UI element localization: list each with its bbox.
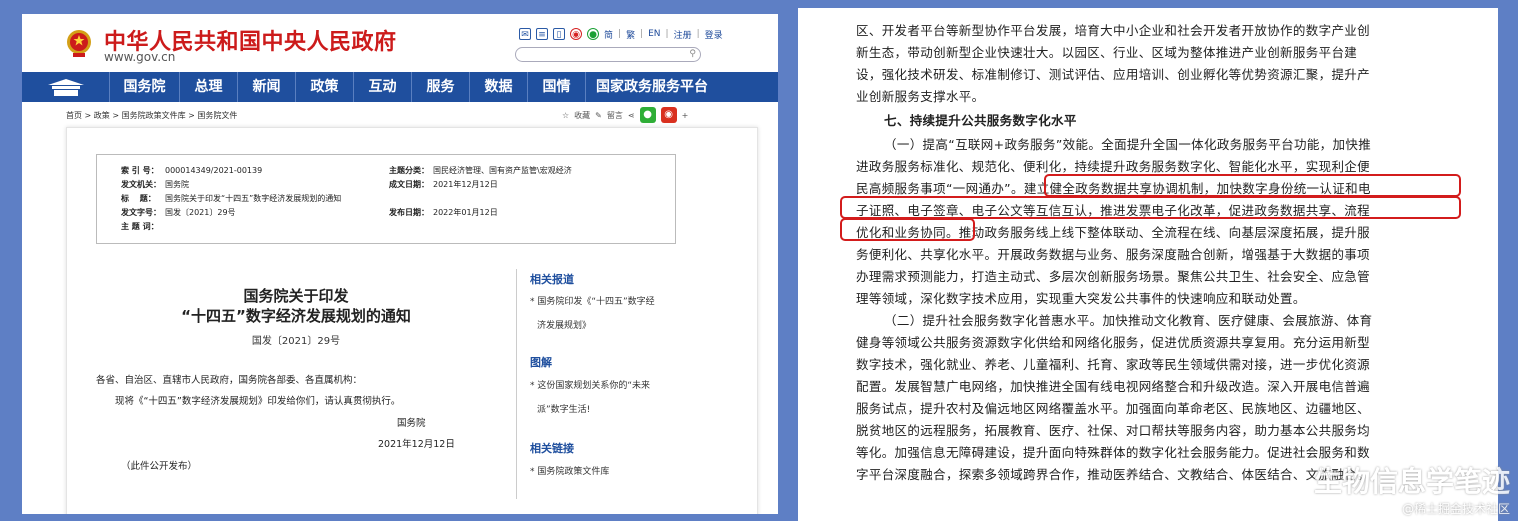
highlight-box-2 <box>840 196 1461 219</box>
main-nav: 国务院 总理 新闻 政策 互动 服务 数据 国情 国家政务服务平台 <box>22 72 778 102</box>
document-line: （二）提升社会服务数字化普惠水平。加快推动文化教育、医疗健康、会展旅游、体育 <box>884 313 1373 328</box>
nav-news[interactable]: 新闻 <box>238 72 296 102</box>
document-line: 办理需求预测能力，打造主动式、多层次创新服务场景。聚焦公共卫生、社会安全、应急管 <box>856 269 1371 284</box>
document-line: 服务试点，提升农村及偏远地区网络覆盖水平。加强面向革命老区、民族地区、边疆地区、 <box>856 401 1371 416</box>
graphics-heading: 图解 <box>530 356 552 369</box>
document-line: 业创新服务支撑水平。 <box>856 89 985 104</box>
meta-date: 2021年12月12日 <box>433 180 498 189</box>
star-icon[interactable]: ☆ <box>562 111 569 120</box>
document-line: 数字技术，强化就业、养老、儿童福利、托育、家政等民生领域供需对接，进一步优化资源 <box>856 357 1371 372</box>
site-url: www.gov.cn <box>104 50 176 64</box>
watermark: 生物信息学笔迹 @稀土掘金技术社区 <box>1314 460 1510 517</box>
register-link[interactable]: 注册 <box>674 28 692 41</box>
home-gate-icon[interactable] <box>22 72 110 102</box>
document-body: 现将《“十四五”数字经济发展规划》印发给你们，请认真贯彻执行。 <box>115 396 401 407</box>
nav-state-council[interactable]: 国务院 <box>110 72 180 102</box>
weibo-share-icon[interactable]: ◉ <box>660 107 677 123</box>
document-meta-table: 索 引 号： 000014349/2021-00139 主题分类： 国民经济管理、国… <box>96 154 676 244</box>
mobile-icon[interactable]: ▯ <box>553 28 565 40</box>
nav-gov-service-platform[interactable]: 国家政务服务平台 <box>586 72 718 102</box>
document-number: 国发〔2021〕29号 <box>251 336 341 347</box>
document-line: 务便利化、共享化水平。开展政务数据与业务、服务深度融合创新，增强基于大数据的事项 <box>856 247 1371 262</box>
document-line: 理等领域，深化数字技术应用，实现重大突发公共事件的快速响应和联动处置。 <box>856 291 1306 306</box>
signature: 国务院 <box>397 418 426 429</box>
watermark-main: 生物信息学笔迹 <box>1313 465 1510 498</box>
breadcrumb[interactable]: 首页 > 政策 > 国务院政策文件库 > 国务院文件 <box>66 110 237 121</box>
site-header: 中华人民共和国中央人民政府 www.gov.cn ✉ ≡ ▯ ◉ ● 简 | 繁… <box>22 14 778 76</box>
nav-policy[interactable]: 政策 <box>296 72 354 102</box>
wechat-icon[interactable]: ● <box>587 28 599 40</box>
nav-national-info[interactable]: 国情 <box>528 72 586 102</box>
pencil-icon[interactable]: ✎ <box>595 111 602 120</box>
document-line: 进政务服务标准化、规范化、便利化，持续提升政务服务数字化、智能化水平，实现利企便 <box>856 159 1371 174</box>
document-line: 健身等领域公共服务资源数字化供给和网络化服务，促进优质资源共享复用。充分运用新型 <box>856 335 1371 350</box>
login-link[interactable]: 登录 <box>705 28 723 41</box>
policy-library-link[interactable]: * 国务院政策文件库 <box>530 460 609 484</box>
graphic-link-cont[interactable]: 派”数字生活! <box>537 398 590 422</box>
nav-data[interactable]: 数据 <box>470 72 528 102</box>
document-title: 国务院关于印发 “十四五”数字经济发展规划的通知 <box>181 287 411 325</box>
rss-icon[interactable]: ≡ <box>536 28 548 40</box>
watermark-logo-icon <box>1246 489 1268 507</box>
weibo-icon[interactable]: ◉ <box>570 28 582 40</box>
lang-simplified-link[interactable]: 简 <box>604 28 613 41</box>
left-screenshot-panel: 中华人民共和国中央人民政府 www.gov.cn ✉ ≡ ▯ ◉ ● 简 | 繁… <box>22 14 778 514</box>
wechat-share-icon[interactable]: ● <box>639 107 656 123</box>
related-report-link[interactable]: * 国务院印发《“十四五”数字经 <box>530 290 655 314</box>
related-reports-heading: 相关报道 <box>530 273 574 286</box>
top-links: ✉ ≡ ▯ ◉ ● 简 | 繁 | EN | 注册 | 登录 <box>519 26 723 42</box>
related-links-heading: 相关链接 <box>530 442 574 455</box>
meta-title: 国务院关于印发“十四五”数字经济发展规划的通知 <box>165 194 342 203</box>
share-tools: ☆ 收藏 ✎ 留言 ⋖ ● ◉ + <box>562 107 688 123</box>
watermark-sub: @稀土掘金技术社区 <box>1401 502 1510 516</box>
plus-icon[interactable]: + <box>682 111 689 120</box>
lang-english-link[interactable]: EN <box>648 29 660 39</box>
search-icon[interactable]: ⚲ <box>689 49 696 59</box>
document-line: 配置。发展智慧广电网络，加快推进全国有线电视网络整合和升级改造。深入开展电信普遍 <box>856 379 1371 394</box>
meta-docno: 国发〔2021〕29号 <box>165 208 236 217</box>
highlight-box-1 <box>1044 174 1461 197</box>
document-line: 新生态，带动创新型企业快速壮大。以园区、行业、区域为整体推进产业创新服务平台建 <box>856 45 1358 60</box>
addressee: 各省、自治区、直辖市人民政府，国务院各部委、各直属机构： <box>96 375 363 386</box>
meta-issuer: 国务院 <box>165 180 189 189</box>
section-heading: 七、持续提升公共服务数字化水平 <box>884 113 1077 128</box>
nav-interaction[interactable]: 互动 <box>354 72 412 102</box>
highlight-box-3 <box>840 218 975 241</box>
right-document-panel: 区、开发者平台等新型协作平台发展，培育大中小企业和社会开发者开放协作的数字产业创… <box>798 8 1498 521</box>
graphic-link[interactable]: * 这份国家规划关系你的“未来 <box>530 374 650 398</box>
mail-icon[interactable]: ✉ <box>519 28 531 40</box>
document-line: 等化。加强信息无障碍建设，提升面向特殊群体的数字化社会服务能力。促进社会服务和数 <box>856 445 1371 460</box>
sidebar-divider <box>516 269 517 499</box>
favorite-link[interactable]: 收藏 <box>574 110 590 121</box>
nav-premier[interactable]: 总理 <box>180 72 238 102</box>
document-line: 区、开发者平台等新型协作平台发展，培育大中小企业和社会开发者开放协作的数字产业创 <box>856 23 1371 38</box>
search-input[interactable]: ⚲ <box>515 47 701 62</box>
related-report-link-cont[interactable]: 济发展规划》 <box>537 314 591 338</box>
comment-link[interactable]: 留言 <box>607 110 623 121</box>
document-line: 脱贫地区的远程服务，拓展教育、医疗、社保、对口帮扶等服务内容，助力基本公共服务均 <box>856 423 1371 438</box>
national-emblem-icon <box>67 30 91 57</box>
public-note: （此件公开发布） <box>121 461 198 472</box>
document-line: 设，强化技术研发、标准制修订、测试评估、应用培训、创业孵化等优势资源汇聚，提升产 <box>856 67 1371 82</box>
nav-service[interactable]: 服务 <box>412 72 470 102</box>
lang-traditional-link[interactable]: 繁 <box>626 28 635 41</box>
share-icon[interactable]: ⋖ <box>628 111 635 120</box>
document-line: （一）提高“互联网+政务服务”效能。全面提升全国一体化政务服务平台功能，加快推 <box>884 137 1372 152</box>
signature-date: 2021年12月12日 <box>378 439 455 450</box>
meta-pubdate: 2022年01月12日 <box>433 208 498 217</box>
meta-index-no: 000014349/2021-00139 <box>165 166 263 175</box>
meta-theme: 国民经济管理、国有资产监管\宏观经济 <box>433 166 572 175</box>
